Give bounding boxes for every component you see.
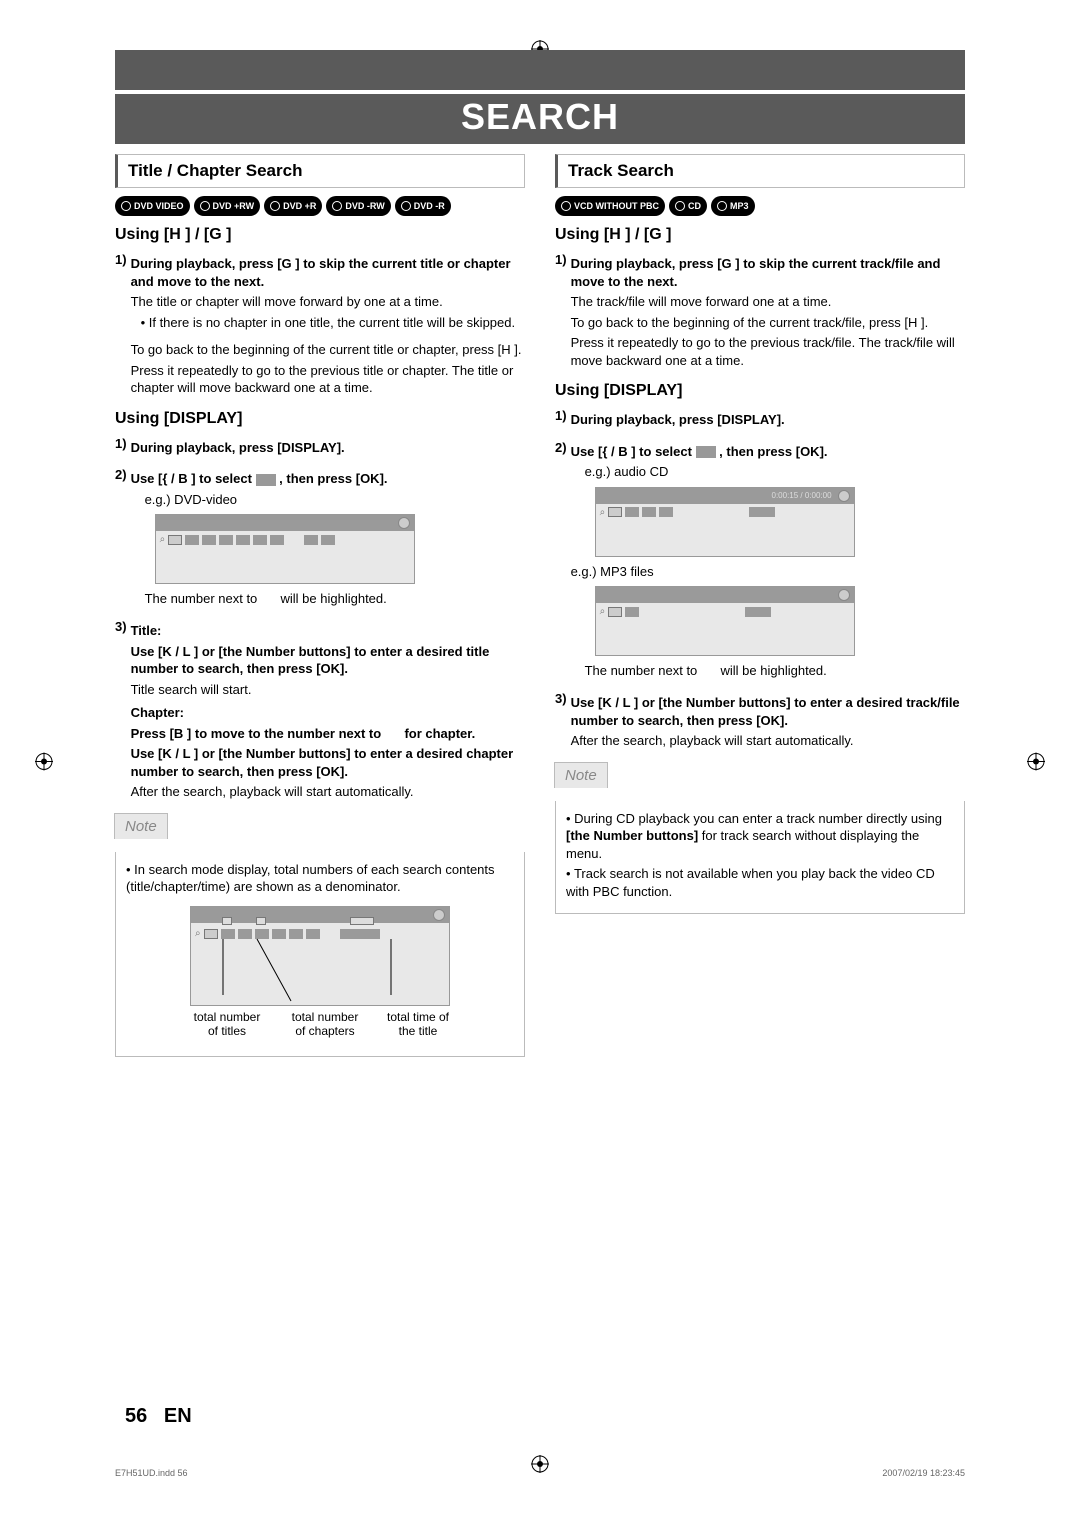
osd-display-mp3: ⌕ — [595, 586, 855, 656]
left-column: Title / Chapter Search DVD VIDEO DVD +RW… — [115, 154, 525, 1071]
page-footer: 56 EN — [125, 1405, 192, 1428]
osd-display-cd: 0:00:15 / 0:00:00 ⌕ — [595, 487, 855, 557]
search-slot-icon — [256, 474, 276, 486]
page-title: SEARCH — [115, 94, 965, 144]
badge-dvd-minus-rw: DVD -RW — [326, 196, 390, 216]
badge-dvd-minus-r: DVD -R — [395, 196, 451, 216]
right-dstep-2: 2) Use [{ / B ] to select , then press [… — [555, 440, 965, 683]
label-total-chapters: total number of chapters — [285, 1010, 365, 1038]
right-column: Track Search VCD WITHOUT PBC CD MP3 Usin… — [555, 154, 965, 1071]
left-step-1: 1) During playback, press [G ] to skip t… — [115, 252, 525, 400]
top-bar — [115, 50, 965, 90]
disc-badges-left: DVD VIDEO DVD +RW DVD +R DVD -RW DVD -R — [115, 196, 525, 216]
label-total-time: total time of the title — [383, 1010, 453, 1038]
print-metadata: E7H51UD.indd 56 2007/02/19 18:23:45 — [115, 1468, 965, 1478]
registration-mark-left — [35, 753, 53, 776]
using-display-heading-right: Using [DISPLAY] — [555, 382, 965, 400]
timecode: 0:00:15 / 0:00:00 — [772, 491, 832, 500]
left-dstep-1: 1) During playback, press [DISPLAY]. — [115, 436, 525, 460]
badge-mp3: MP3 — [711, 196, 755, 216]
disc-badges-right: VCD WITHOUT PBC CD MP3 — [555, 196, 965, 216]
osd-display-diagram: ⌕ — [190, 906, 450, 1006]
osd-display-dvd: ⌕ — [155, 514, 415, 584]
left-dstep-2: 2) Use [{ / B ] to select , then press [… — [115, 467, 525, 611]
right-dstep-1: 1) During playback, press [DISPLAY]. — [555, 408, 965, 432]
two-column-layout: Title / Chapter Search DVD VIDEO DVD +RW… — [115, 154, 965, 1071]
pointer-lines — [191, 937, 451, 1007]
left-dstep-3: 3) Title: Use [K / L ] or [the Number bu… — [115, 619, 525, 804]
search-slot-icon — [696, 446, 716, 458]
using-skip-heading-left: Using [H ] / [G ] — [115, 226, 525, 244]
track-search-heading: Track Search — [555, 154, 965, 188]
badge-vcd: VCD WITHOUT PBC — [555, 196, 665, 216]
badge-dvd-video: DVD VIDEO — [115, 196, 190, 216]
using-skip-heading-right: Using [H ] / [G ] — [555, 226, 965, 244]
badge-dvd-plus-rw: DVD +RW — [194, 196, 261, 216]
registration-mark-right — [1027, 753, 1045, 776]
badge-cd: CD — [669, 196, 707, 216]
note-right: Note • During CD playback you can enter … — [555, 761, 965, 915]
manual-page: SEARCH Title / Chapter Search DVD VIDEO … — [0, 0, 1080, 1528]
badge-dvd-plus-r: DVD +R — [264, 196, 322, 216]
title-chapter-heading: Title / Chapter Search — [115, 154, 525, 188]
note-left: Note • In search mode display, total num… — [115, 812, 525, 1057]
label-total-titles: total number of titles — [187, 1010, 267, 1038]
using-display-heading-left: Using [DISPLAY] — [115, 410, 525, 428]
right-step-1: 1) During playback, press [G ] to skip t… — [555, 252, 965, 372]
right-dstep-3: 3) Use [K / L ] or [the Number buttons] … — [555, 691, 965, 753]
